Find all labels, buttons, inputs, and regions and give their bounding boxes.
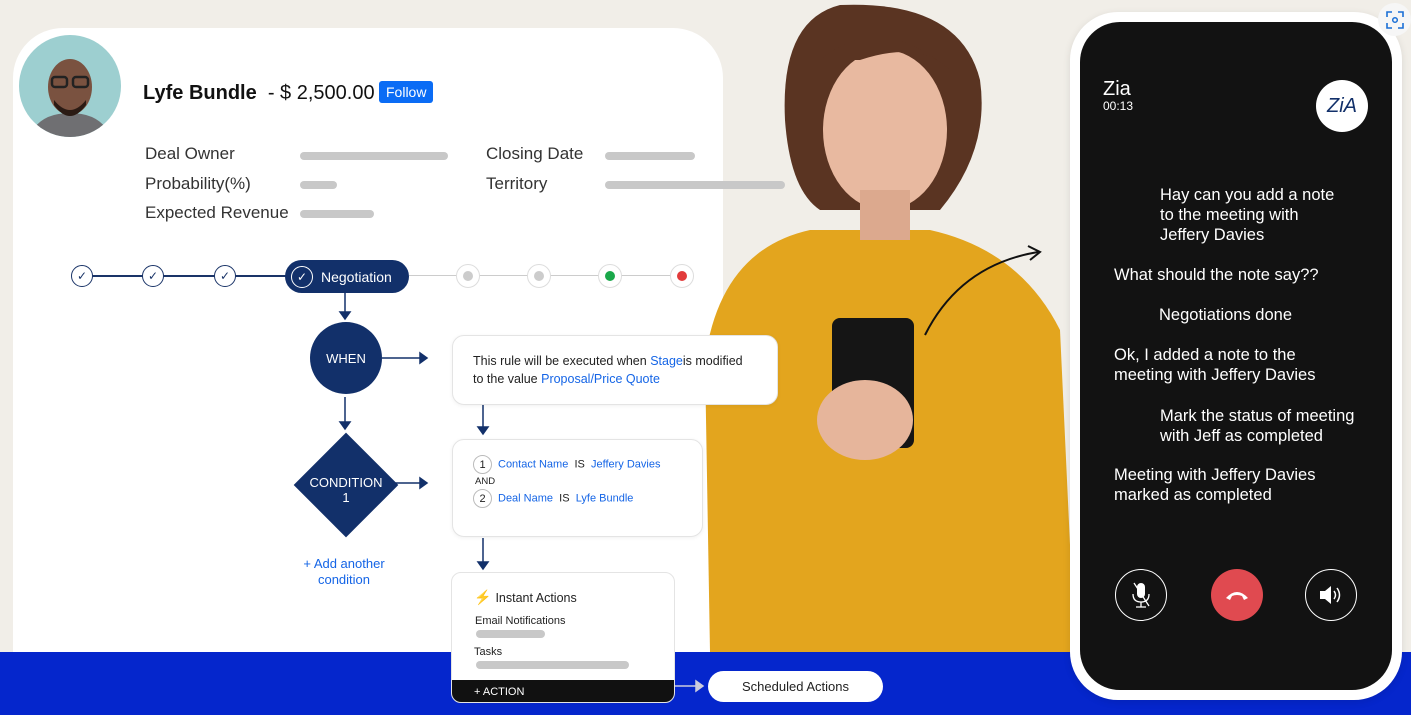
message-user: Negotiations done bbox=[1159, 306, 1293, 324]
when-node[interactable]: WHEN bbox=[310, 322, 382, 394]
deal-amount: - $ 2,500.00 bbox=[267, 82, 375, 104]
speaker-icon bbox=[1320, 586, 1341, 604]
mute-button[interactable] bbox=[1115, 569, 1167, 621]
scheduled-actions-button[interactable]: Scheduled Actions bbox=[708, 671, 883, 702]
stage-completed-3[interactable]: ✓ bbox=[214, 265, 236, 287]
closing-date-label: Closing Date bbox=[486, 144, 584, 163]
actions-box: ⚡ Instant Actions Email Notifications Tas… bbox=[451, 572, 675, 703]
message-user: Hay can you add a note to the meeting wi… bbox=[1160, 186, 1335, 244]
stage-pending-2[interactable] bbox=[527, 264, 551, 288]
check-icon: ✓ bbox=[291, 265, 313, 288]
and-label: AND bbox=[475, 476, 496, 487]
mic-off-icon bbox=[1132, 582, 1150, 608]
caller-name: Zia bbox=[1103, 78, 1131, 100]
zia-logo-icon: ZiA bbox=[1316, 80, 1368, 132]
arrow-curve-icon bbox=[924, 245, 1042, 336]
end-call-button[interactable] bbox=[1211, 569, 1263, 621]
stage-field-link[interactable]: Stage bbox=[650, 354, 683, 368]
screenshot-button[interactable] bbox=[1378, 3, 1411, 36]
condition-row[interactable]: 1 Contact Name IS Jeffery Davies bbox=[473, 455, 682, 474]
expected-revenue-placeholder bbox=[300, 210, 374, 218]
stage-value-link[interactable]: Proposal/Price Quote bbox=[541, 372, 660, 386]
probability-placeholder bbox=[300, 181, 337, 189]
deal-owner-placeholder bbox=[300, 152, 448, 160]
instant-actions-label: Instant Actions bbox=[495, 590, 577, 605]
speaker-button[interactable] bbox=[1305, 569, 1357, 621]
stage-current-label: Negotiation bbox=[321, 268, 392, 285]
message-zia: Ok, I added a note to the meeting with J… bbox=[1114, 346, 1316, 384]
stage-won[interactable] bbox=[598, 264, 622, 288]
focus-icon bbox=[1385, 10, 1404, 29]
message-zia: What should the note say?? bbox=[1114, 266, 1319, 284]
call-screen: Zia 00:13 ZiA Hay can you add a note to … bbox=[1080, 22, 1392, 690]
when-box: This rule will be executed when Stageis … bbox=[452, 335, 778, 405]
closing-date-placeholder bbox=[605, 152, 695, 160]
tasks-placeholder bbox=[476, 661, 629, 669]
condition-node-label: CONDITION 1 bbox=[309, 475, 383, 505]
territory-label: Territory bbox=[486, 174, 548, 193]
follow-button[interactable]: Follow bbox=[379, 81, 434, 103]
stage-completed-2[interactable]: ✓ bbox=[142, 265, 164, 287]
pipeline-line-done bbox=[82, 275, 292, 277]
avatar bbox=[19, 35, 121, 137]
phone-frame: Zia 00:13 ZiA Hay can you add a note to … bbox=[1070, 12, 1402, 700]
stage-completed-1[interactable]: ✓ bbox=[71, 265, 93, 287]
add-condition-link[interactable]: + Add another condition bbox=[298, 556, 390, 588]
call-duration: 00:13 bbox=[1103, 99, 1134, 113]
probability-label: Probability(%) bbox=[145, 174, 251, 193]
condition-row[interactable]: 2 Deal Name IS Lyfe Bundle bbox=[473, 489, 682, 508]
email-notifications-label: Email Notifications bbox=[475, 615, 566, 627]
stage-pending-1[interactable] bbox=[456, 264, 480, 288]
hang-up-icon bbox=[1226, 592, 1248, 600]
message-zia: Meeting with Jeffery Davies marked as co… bbox=[1114, 466, 1316, 504]
conditions-box: 1 Contact Name IS Jeffery Davies AND 2 Dea… bbox=[452, 439, 703, 537]
deal-name: Lyfe Bundle bbox=[143, 82, 257, 104]
lightning-icon: ⚡ bbox=[474, 589, 492, 605]
tasks-label: Tasks bbox=[474, 646, 503, 658]
add-action-button[interactable]: + ACTION bbox=[452, 680, 674, 702]
email-placeholder bbox=[476, 630, 545, 638]
deal-owner-label: Deal Owner bbox=[145, 144, 235, 163]
stage-current[interactable]: ✓ Negotiation bbox=[285, 260, 409, 293]
message-user: Mark the status of meeting with Jeff as … bbox=[1160, 407, 1355, 445]
deal-title: Lyfe Bundle - $ 2,500.00 bbox=[143, 82, 375, 105]
expected-revenue-label: Expected Revenue bbox=[145, 203, 289, 222]
